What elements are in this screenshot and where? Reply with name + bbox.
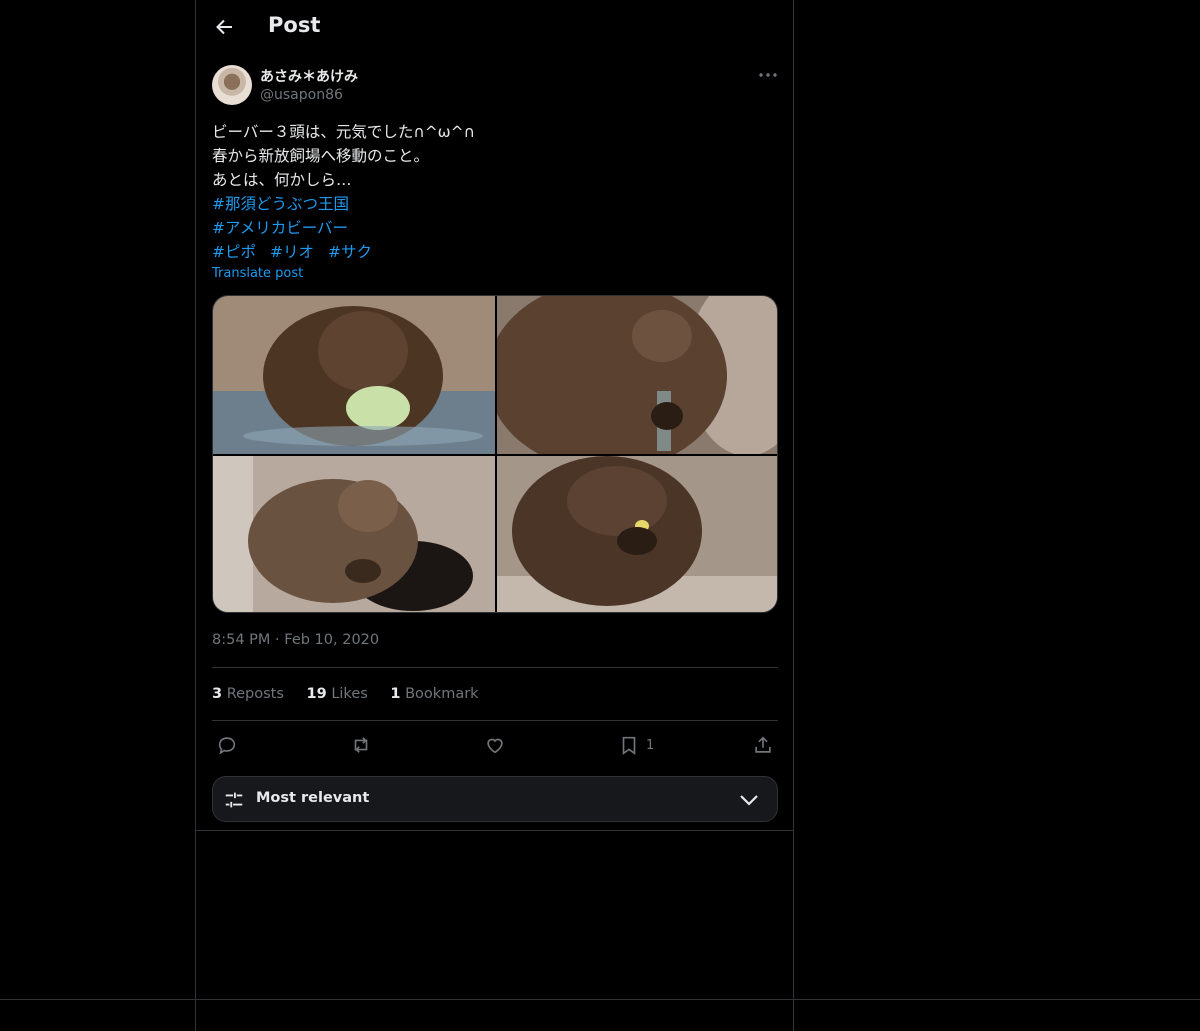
arrow-left-icon[interactable] bbox=[212, 15, 236, 39]
repost-icon bbox=[354, 737, 368, 753]
repost-button[interactable] bbox=[350, 732, 372, 758]
translate-post-link[interactable]: Translate post bbox=[212, 266, 303, 281]
divider bbox=[212, 667, 778, 668]
share-button[interactable] bbox=[752, 732, 774, 758]
reply-sort-dropdown[interactable]: Most relevant bbox=[212, 776, 778, 822]
post-date: Feb 10, 2020 bbox=[284, 632, 380, 648]
hashtag-link[interactable]: #ピポ bbox=[212, 243, 256, 261]
chevron-down-icon bbox=[740, 795, 758, 806]
post-timestamp[interactable]: 8:54 PM · Feb 10, 2020 bbox=[212, 632, 379, 648]
photo-beaver-rock[interactable] bbox=[213, 456, 495, 612]
reply-button[interactable] bbox=[216, 732, 238, 758]
bookmarks-count: 1 bbox=[390, 686, 401, 702]
action-bar: 1 bbox=[212, 732, 778, 760]
photo-beaver-stick[interactable] bbox=[497, 296, 777, 454]
page-title: Post bbox=[268, 13, 321, 37]
photo-beaver-lettuce[interactable] bbox=[213, 296, 495, 454]
main-column: Post あさみ＊あけみ @usapon86 ビーバー３頭は、元気でした∩^ω^… bbox=[195, 0, 794, 1031]
engagement-stats: 3 Reposts 19 Likes 1 Bookmark bbox=[212, 686, 497, 702]
sliders-icon bbox=[225, 792, 243, 808]
divider bbox=[196, 830, 793, 831]
bookmark-icon bbox=[622, 736, 636, 755]
likes-count: 19 bbox=[306, 686, 327, 702]
photo-beaver-eating[interactable] bbox=[497, 456, 777, 612]
share-icon bbox=[755, 736, 771, 753]
reposts-stat[interactable]: 3 Reposts bbox=[212, 686, 284, 702]
reposts-count: 3 bbox=[212, 686, 223, 702]
hashtag-link[interactable]: #那須どうぶつ王国 bbox=[212, 195, 349, 213]
likes-label: Likes bbox=[331, 686, 368, 702]
header: Post bbox=[196, 0, 793, 54]
hashtag-link[interactable]: #アメリカビーバー bbox=[212, 219, 348, 237]
reply-icon bbox=[218, 737, 236, 755]
bookmark-button[interactable]: 1 bbox=[618, 732, 654, 758]
likes-stat[interactable]: 19 Likes bbox=[307, 686, 368, 702]
divider bbox=[212, 720, 778, 721]
bookmark-count: 1 bbox=[646, 737, 655, 753]
heart-icon bbox=[487, 738, 503, 754]
sort-label: Most relevant bbox=[256, 790, 370, 806]
timestamp-separator: · bbox=[275, 632, 280, 648]
bookmarks-label: Bookmark bbox=[405, 686, 479, 702]
avatar[interactable] bbox=[212, 65, 252, 105]
like-button[interactable] bbox=[484, 732, 506, 758]
author-name[interactable]: あさみ＊あけみ bbox=[260, 66, 358, 86]
post-line: あとは、何かしら… bbox=[212, 171, 352, 189]
post-line: 春から新放飼場へ移動のこと。 bbox=[212, 147, 430, 165]
bookmarks-stat[interactable]: 1 Bookmark bbox=[390, 686, 478, 702]
post-time: 8:54 PM bbox=[212, 632, 271, 648]
author-handle[interactable]: @usapon86 bbox=[260, 87, 343, 103]
reposts-label: Reposts bbox=[226, 686, 284, 702]
more-options-icon[interactable] bbox=[756, 64, 780, 86]
hashtag-link[interactable]: #リオ bbox=[270, 243, 314, 261]
post-line: ビーバー３頭は、元気でした∩^ω^∩ bbox=[212, 123, 475, 141]
media-grid bbox=[212, 295, 778, 613]
bottom-divider bbox=[0, 999, 1200, 1000]
post-text: ビーバー３頭は、元気でした∩^ω^∩ 春から新放飼場へ移動のこと。 あとは、何か… bbox=[212, 120, 772, 264]
hashtag-link[interactable]: #サク bbox=[328, 243, 372, 261]
